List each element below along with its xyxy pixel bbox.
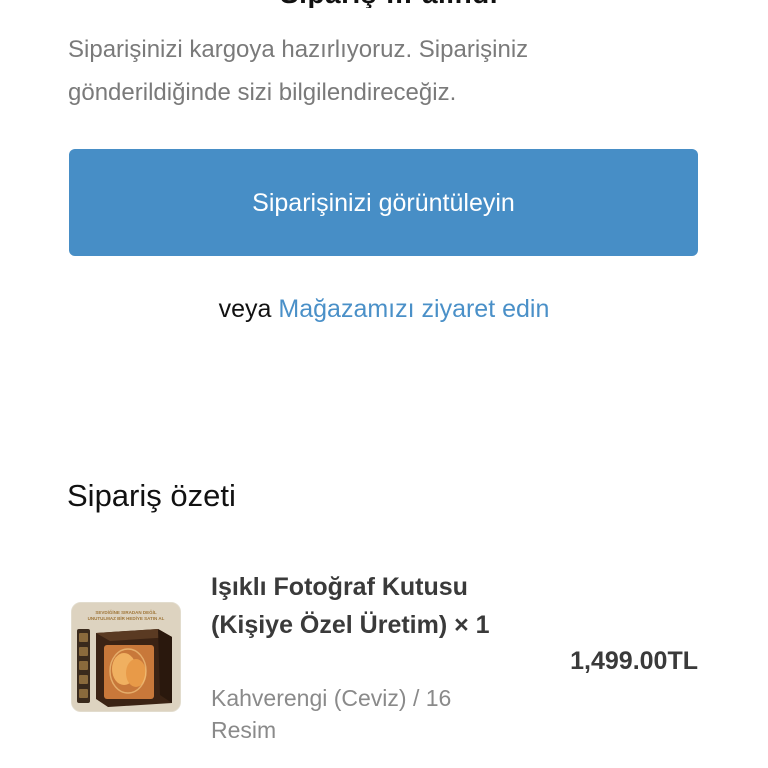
page-title-clipped: Sipariş … alındı — [0, 0, 768, 8]
visit-store-link[interactable]: Mağazamızı ziyaret edin — [278, 295, 549, 323]
svg-text:SEVDİĞİNE SIRADAN DEĞİL: SEVDİĞİNE SIRADAN DEĞİL — [95, 608, 157, 615]
product-price: 1,499.00TL — [570, 647, 698, 675]
order-status-message: Siparişinizi kargoya hazırlıyoruz. Sipar… — [68, 36, 529, 106]
view-order-button[interactable]: Siparişinizi görüntüleyin — [69, 149, 698, 256]
store-link-line: veya Mağazamızı ziyaret edin — [0, 292, 768, 326]
order-summary-heading: Sipariş özeti — [67, 478, 236, 513]
page-title: Sipariş … alındı — [280, 0, 498, 8]
svg-text:UNUTULMAZ BİR HEDİYE SATIN AL: UNUTULMAZ BİR HEDİYE SATIN AL — [88, 615, 165, 621]
product-image: SEVDİĞİNE SIRADAN DEĞİL UNUTULMAZ BİR HE… — [71, 602, 181, 712]
product-variant: Kahverengi (Ceviz) / 16 Resim — [211, 685, 452, 743]
order-confirmation-page: Sipariş … alındı Siparişinizi kargoya ha… — [0, 0, 768, 768]
product-photo-box-image: SEVDİĞİNE SIRADAN DEĞİL UNUTULMAZ BİR HE… — [72, 603, 180, 711]
product-name: Işıklı Fotoğraf Kutusu (Kişiye Özel Üret… — [211, 573, 490, 639]
or-label: veya — [218, 295, 272, 323]
